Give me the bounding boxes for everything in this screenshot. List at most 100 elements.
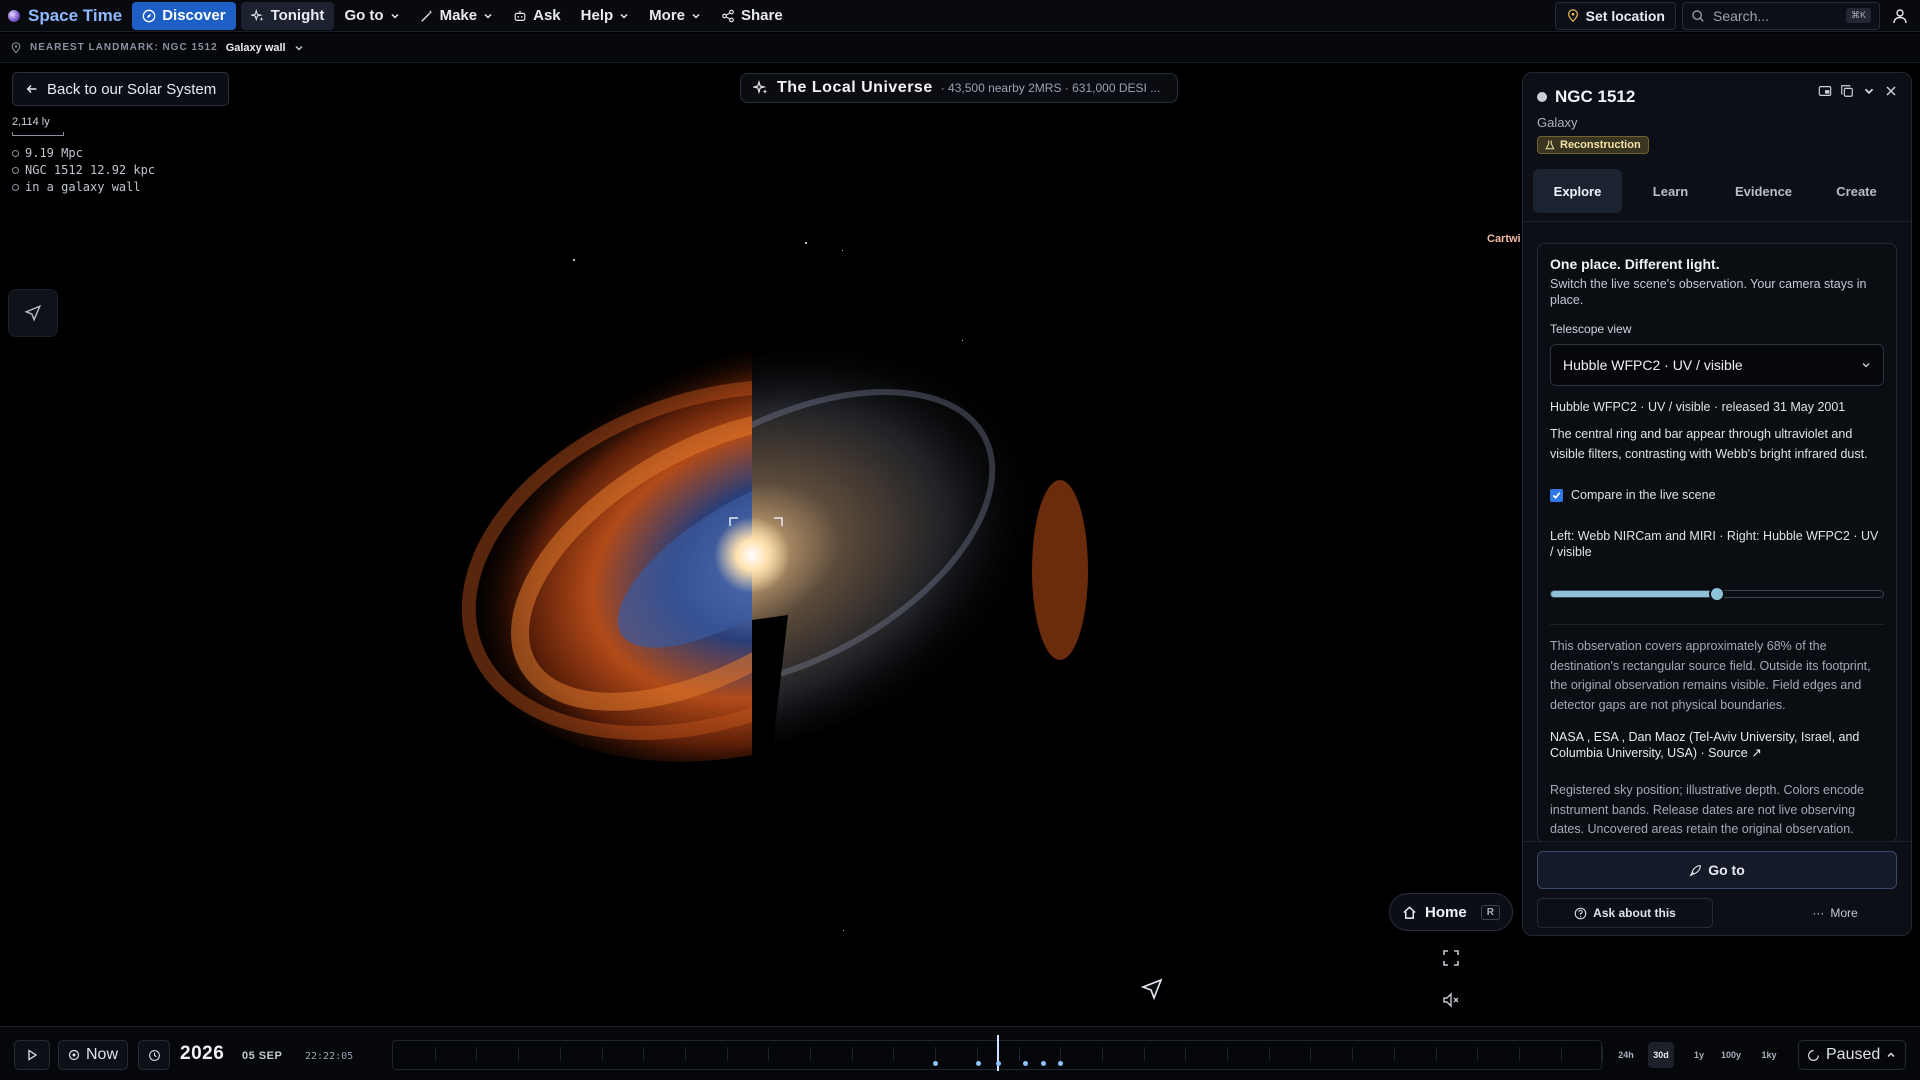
zoom-30d[interactable]: 30d [1648, 1042, 1674, 1068]
panel-footer: Go to Ask about this ··· More [1523, 841, 1911, 935]
star [805, 242, 807, 244]
close-panel-button[interactable] [1883, 83, 1899, 99]
flask-icon [1545, 140, 1555, 150]
compare-slider[interactable] [1550, 586, 1884, 602]
slider-fill [1551, 591, 1717, 597]
now-label: Now [85, 1046, 118, 1063]
nav-more-menu[interactable]: More [639, 2, 711, 30]
set-location-button[interactable]: Set location [1554, 1, 1676, 30]
go-to-button[interactable]: Go to [1537, 851, 1897, 889]
copy-panel-button[interactable] [1839, 83, 1855, 99]
timeline-tick [893, 1047, 895, 1061]
history-button[interactable] [138, 1040, 170, 1070]
offscreen-object-label[interactable]: Cartwi [1487, 233, 1521, 245]
nav-more-label: More [649, 7, 686, 24]
landmark-value: Galaxy wall [225, 41, 286, 54]
target-icon [68, 1049, 80, 1061]
chevron-down-icon [692, 13, 700, 19]
credit-source-link[interactable]: NASA , ESA , Dan Maoz (Tel-Aviv Universi… [1550, 729, 1884, 761]
play-icon [28, 1049, 38, 1061]
timeline-track[interactable] [392, 1035, 1604, 1071]
timeline-tick [1352, 1047, 1354, 1061]
scale-bar [12, 132, 64, 136]
user-icon [1893, 8, 1907, 23]
timeline-event-dot[interactable] [1058, 1061, 1063, 1066]
search-shortcut: ⌘K [1845, 8, 1871, 23]
star [843, 930, 844, 931]
nav-make-label: Make [439, 7, 478, 24]
timeline-tick [601, 1047, 603, 1061]
tab-create[interactable]: Create [1812, 169, 1901, 213]
tab-explore[interactable]: Explore [1533, 169, 1622, 213]
cursor-arrow-icon [24, 304, 42, 322]
nav-share-button[interactable]: Share [711, 2, 793, 30]
timeline-event-dot[interactable] [933, 1061, 938, 1066]
nav-ask-button[interactable]: Ask [503, 2, 571, 30]
checkmark-icon [1552, 491, 1561, 499]
zoom-100y[interactable]: 100y [1717, 1042, 1745, 1068]
nav-tonight-label: Tonight [270, 7, 325, 24]
map-pin-icon [1567, 8, 1578, 22]
user-account-button[interactable] [1886, 2, 1914, 30]
nav-share-label: Share [741, 7, 783, 24]
telescope-view-select[interactable]: Hubble WFPC2 · UV / visible [1550, 344, 1884, 386]
ask-about-this-button[interactable]: Ask about this [1537, 898, 1713, 928]
zoom-1ky[interactable]: 1ky [1756, 1042, 1782, 1068]
local-universe-pill[interactable]: The Local Universe · 43,500 nearby 2MRS … [740, 73, 1178, 103]
timeline-tick [1518, 1047, 1520, 1061]
search-input[interactable]: Search... ⌘K [1682, 1, 1880, 30]
rocket-icon [1689, 864, 1702, 877]
compare-toggle[interactable]: Compare in the live scene [1550, 488, 1884, 502]
app-logo-icon [8, 9, 20, 22]
spinner-icon [1808, 1049, 1819, 1061]
nav-help-menu[interactable]: Help [571, 2, 640, 30]
timeline-tick [518, 1047, 520, 1061]
app-brand[interactable]: Space Time [0, 2, 130, 30]
timeline-event-dot[interactable] [976, 1061, 981, 1066]
robot-icon [514, 10, 526, 21]
play-button[interactable] [14, 1040, 50, 1070]
panel-more-button[interactable]: ··· More [1773, 898, 1897, 928]
nav-make-menu[interactable]: Make [410, 2, 504, 30]
timeline-event-dot[interactable] [1041, 1061, 1046, 1066]
nearest-landmark-bar[interactable]: NEAREST LANDMARK: NGC 1512 Galaxy wall [0, 33, 1920, 63]
timeline-tick [434, 1047, 436, 1061]
timeline-tick [1185, 1047, 1187, 1061]
galaxy-comparison-view[interactable] [410, 330, 1100, 770]
pin-panel-button[interactable] [1817, 83, 1833, 99]
timeline-tick [1268, 1047, 1270, 1061]
home-label: Home [1425, 903, 1467, 921]
nav-goto-menu[interactable]: Go to [334, 2, 409, 30]
compare-label: Compare in the live scene [1571, 488, 1716, 502]
telescope-view-label: Telescope view [1550, 322, 1632, 336]
zoom-1y[interactable]: 1y [1686, 1042, 1712, 1068]
slider-thumb[interactable] [1709, 586, 1725, 602]
back-to-solar-system-button[interactable]: Back to our Solar System [12, 72, 230, 106]
panel-title: NGC 1512 [1555, 87, 1636, 106]
set-location-label: Set location [1585, 7, 1665, 24]
mute-icon[interactable] [1441, 990, 1461, 1010]
nav-tonight-button[interactable]: Tonight [240, 1, 335, 30]
home-button[interactable]: Home R [1389, 893, 1513, 931]
pointer-tool-button[interactable] [8, 289, 58, 337]
nav-discover-button[interactable]: Discover [132, 1, 236, 30]
chevron-down-icon [391, 13, 399, 19]
chevron-up-icon [1887, 1052, 1895, 1058]
stat-size: NGC 1512 12.92 kpc [12, 162, 155, 179]
now-button[interactable]: Now [58, 1040, 128, 1070]
tab-evidence[interactable]: Evidence [1719, 169, 1808, 213]
chevron-down-icon [295, 45, 303, 51]
compare-checkbox[interactable] [1550, 488, 1563, 502]
tab-learn[interactable]: Learn [1626, 169, 1715, 213]
timeline-bar: Now 2026 05 SEP 22:22:05 24h 30d 1y 100y… [0, 1026, 1920, 1080]
collapse-panel-button[interactable] [1861, 83, 1877, 99]
universe-title: The Local Universe [777, 79, 933, 96]
playback-status-button[interactable]: Paused [1798, 1040, 1906, 1070]
timeline-event-dot[interactable] [1023, 1061, 1028, 1066]
zoom-24h[interactable]: 24h [1613, 1042, 1639, 1068]
divider [1550, 624, 1884, 625]
fullscreen-icon[interactable] [1441, 948, 1461, 968]
timeline-event-dot[interactable] [996, 1061, 1001, 1066]
wand-icon [420, 9, 433, 22]
timeline-date: 05 SEP [242, 1050, 283, 1062]
